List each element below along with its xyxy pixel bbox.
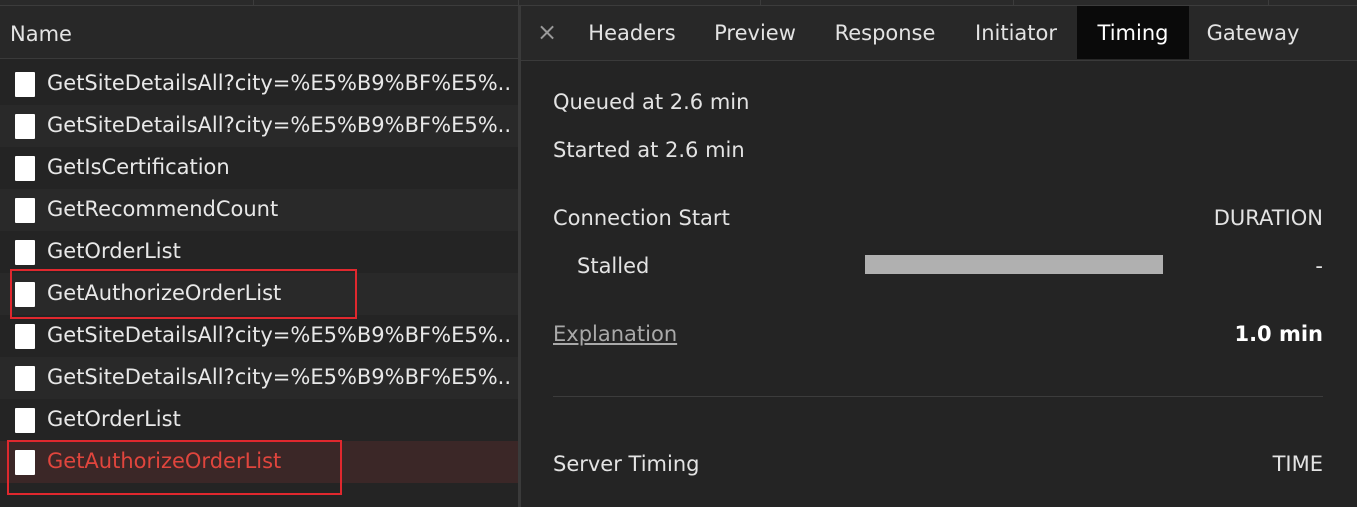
request-row[interactable]: GetAuthorizeOrderList bbox=[0, 273, 518, 315]
total-duration: 1.0 min bbox=[1234, 322, 1323, 346]
request-name: GetSiteDetailsAll?city=%E5%B9%BF%E5%... bbox=[47, 113, 509, 137]
request-name: GetIsCertification bbox=[47, 155, 230, 179]
request-row[interactable]: GetSiteDetailsAll?city=%E5%B9%BF%E5%... bbox=[0, 105, 518, 147]
file-icon bbox=[15, 240, 35, 265]
file-icon bbox=[15, 198, 35, 223]
request-name: GetSiteDetailsAll?city=%E5%B9%BF%E5%... bbox=[47, 365, 509, 389]
name-column-label: Name bbox=[10, 22, 72, 46]
file-icon bbox=[15, 450, 35, 475]
stalled-timing-bar bbox=[865, 255, 1163, 274]
request-row[interactable]: GetSiteDetailsAll?city=%E5%B9%BF%E5%... bbox=[0, 357, 518, 399]
name-column-header[interactable]: Name bbox=[0, 6, 518, 59]
request-rows: GetSiteDetailsAll?city=%E5%B9%BF%E5%... … bbox=[0, 63, 518, 483]
file-icon bbox=[15, 156, 35, 181]
file-icon bbox=[15, 282, 35, 307]
connection-start-heading: Connection Start bbox=[553, 206, 730, 230]
tab-initiator[interactable]: Initiator bbox=[955, 6, 1077, 59]
request-row[interactable]: GetSiteDetailsAll?city=%E5%B9%BF%E5%... bbox=[0, 315, 518, 357]
request-name: GetSiteDetailsAll?city=%E5%B9%BF%E5%... bbox=[47, 323, 509, 347]
request-name: GetAuthorizeOrderList bbox=[47, 281, 282, 305]
request-name: GetRecommendCount bbox=[47, 197, 279, 221]
close-icon[interactable]: × bbox=[537, 18, 557, 46]
network-request-list: Name GetSiteDetailsAll?city=%E5%B9%BF%E5… bbox=[0, 6, 518, 507]
request-name: GetSiteDetailsAll?city=%E5%B9%BF%E5%... bbox=[47, 71, 509, 95]
duration-column-header: DURATION bbox=[1213, 206, 1323, 230]
tab-preview[interactable]: Preview bbox=[695, 6, 815, 59]
file-icon bbox=[15, 72, 35, 97]
request-name: GetOrderList bbox=[47, 407, 181, 431]
request-detail-panel: × Headers Preview Response Initiator Tim… bbox=[521, 6, 1357, 507]
tab-headers[interactable]: Headers bbox=[569, 6, 695, 59]
stalled-label: Stalled bbox=[577, 254, 650, 278]
request-row[interactable]: GetIsCertification bbox=[0, 147, 518, 189]
explanation-link[interactable]: Explanation bbox=[553, 322, 677, 346]
request-name: GetOrderList bbox=[47, 239, 181, 263]
request-row[interactable]: GetOrderList bbox=[0, 231, 518, 273]
request-row[interactable]: GetOrderList bbox=[0, 399, 518, 441]
tab-gateway[interactable]: Gateway bbox=[1189, 6, 1317, 59]
queued-at-text: Queued at 2.6 min bbox=[553, 90, 750, 114]
request-row-selected[interactable]: GetAuthorizeOrderList bbox=[0, 441, 518, 483]
stalled-duration: - bbox=[1315, 254, 1323, 278]
tab-timing[interactable]: Timing bbox=[1077, 6, 1189, 59]
file-icon bbox=[15, 114, 35, 139]
request-row[interactable]: GetRecommendCount bbox=[0, 189, 518, 231]
section-divider bbox=[553, 396, 1323, 397]
request-name: GetAuthorizeOrderList bbox=[47, 449, 282, 473]
server-timing-heading: Server Timing bbox=[553, 452, 700, 476]
time-column-header: TIME bbox=[1272, 452, 1323, 476]
file-icon bbox=[15, 324, 35, 349]
request-row[interactable]: GetSiteDetailsAll?city=%E5%B9%BF%E5%... bbox=[0, 63, 518, 105]
file-icon bbox=[15, 408, 35, 433]
tab-response[interactable]: Response bbox=[815, 6, 955, 59]
file-icon bbox=[15, 366, 35, 391]
detail-tabbar: × Headers Preview Response Initiator Tim… bbox=[521, 6, 1357, 61]
timing-content: Queued at 2.6 min Started at 2.6 min Con… bbox=[553, 61, 1323, 507]
started-at-text: Started at 2.6 min bbox=[553, 138, 745, 162]
